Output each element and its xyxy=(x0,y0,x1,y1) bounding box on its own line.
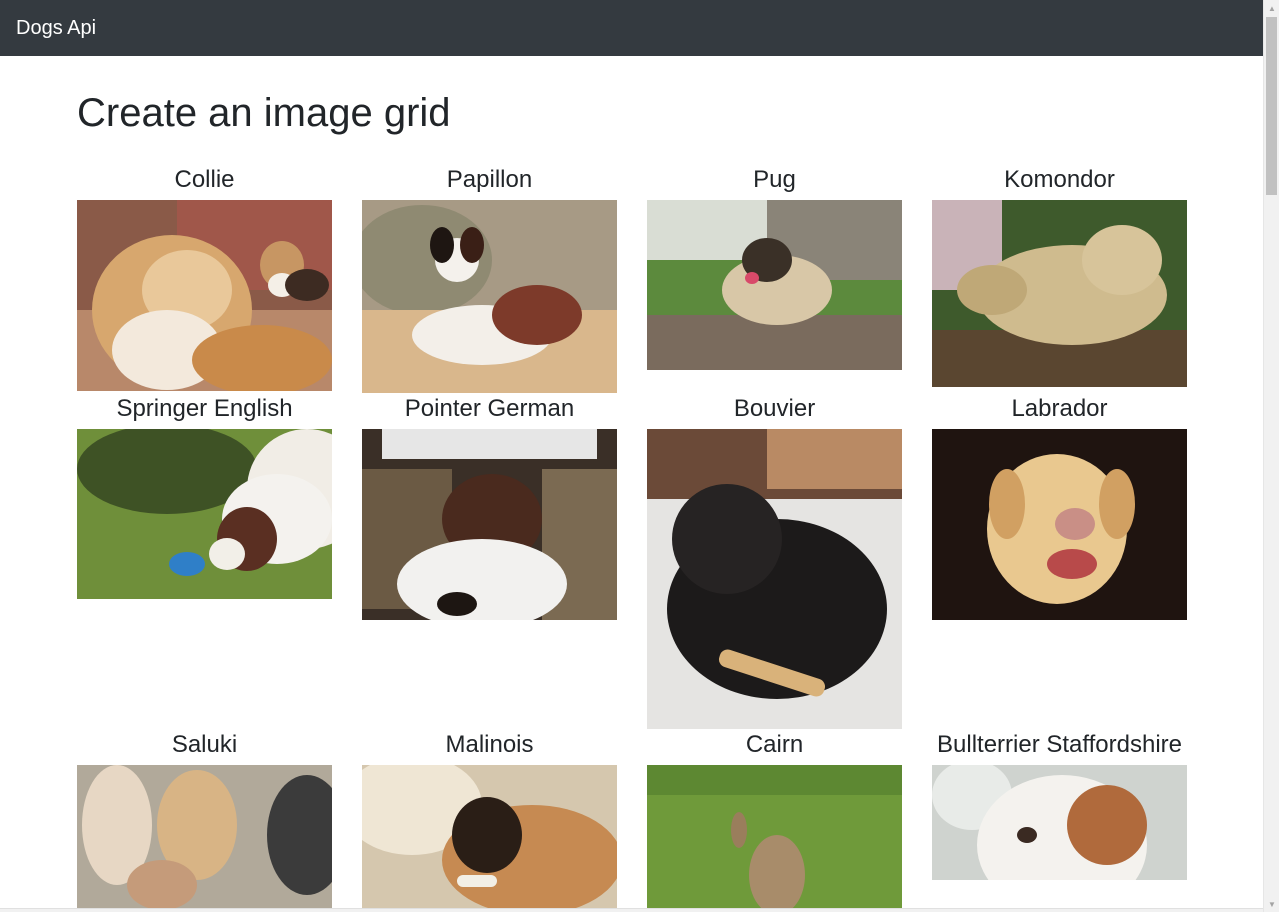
dog-card-pug: Pug xyxy=(647,166,902,370)
dog-card-bouvier: Bouvier xyxy=(647,395,902,729)
dog-card-springer-english: Springer English xyxy=(77,395,332,599)
dog-photo-pug xyxy=(647,200,902,370)
vertical-scrollbar[interactable]: ▲ ▼ xyxy=(1263,0,1279,912)
dog-card-cairn: Cairn xyxy=(647,731,902,908)
dog-photo-malinois xyxy=(362,765,617,908)
dog-photo-papillon xyxy=(362,200,617,393)
dog-name: Bouvier xyxy=(733,395,816,422)
dog-name: Springer English xyxy=(116,395,293,422)
dog-card-komondor: Komondor xyxy=(932,166,1187,387)
top-navbar: Dogs Api xyxy=(0,0,1263,56)
scrollbar-thumb[interactable] xyxy=(1266,17,1277,195)
dog-photo-bullterrier-staffordshire xyxy=(932,765,1187,880)
page-title: Create an image grid xyxy=(77,91,451,135)
dog-photo-pointer-german xyxy=(362,429,617,620)
dog-name: Labrador xyxy=(1011,395,1108,422)
dog-card-saluki: Saluki xyxy=(77,731,332,908)
dog-photo-labrador xyxy=(932,429,1187,620)
dog-name: Pug xyxy=(753,166,796,193)
dog-name: Komondor xyxy=(1004,166,1115,193)
dog-card-bullterrier-staffordshire: Bullterrier Staffordshire xyxy=(932,731,1187,880)
main-content: Create an image grid xyxy=(77,56,1217,137)
dog-card-papillon: Papillon xyxy=(362,166,617,393)
navbar-brand-link[interactable]: Dogs Api xyxy=(16,17,96,40)
dog-name: Bullterrier Staffordshire xyxy=(937,731,1182,758)
dog-name: Cairn xyxy=(745,731,804,758)
dog-photo-collie xyxy=(77,200,332,391)
dog-name: Saluki xyxy=(171,731,238,758)
dog-name: Pointer German xyxy=(404,395,575,422)
dog-photo-cairn xyxy=(647,765,902,908)
dog-name: Collie xyxy=(174,166,235,193)
dog-photo-komondor xyxy=(932,200,1187,387)
dog-name: Malinois xyxy=(445,731,534,758)
dog-card-labrador: Labrador xyxy=(932,395,1187,620)
dog-card-malinois: Malinois xyxy=(362,731,617,908)
dog-card-collie: Collie xyxy=(77,166,332,391)
dog-photo-saluki xyxy=(77,765,332,908)
dog-photo-springer-english xyxy=(77,429,332,599)
scroll-down-arrow-icon[interactable]: ▼ xyxy=(1264,896,1279,912)
scroll-up-arrow-icon[interactable]: ▲ xyxy=(1264,0,1279,16)
dog-name: Papillon xyxy=(446,166,533,193)
horizontal-scrollbar[interactable] xyxy=(0,908,1263,912)
dog-card-pointer-german: Pointer German xyxy=(362,395,617,620)
dog-photo-bouvier xyxy=(647,429,902,729)
